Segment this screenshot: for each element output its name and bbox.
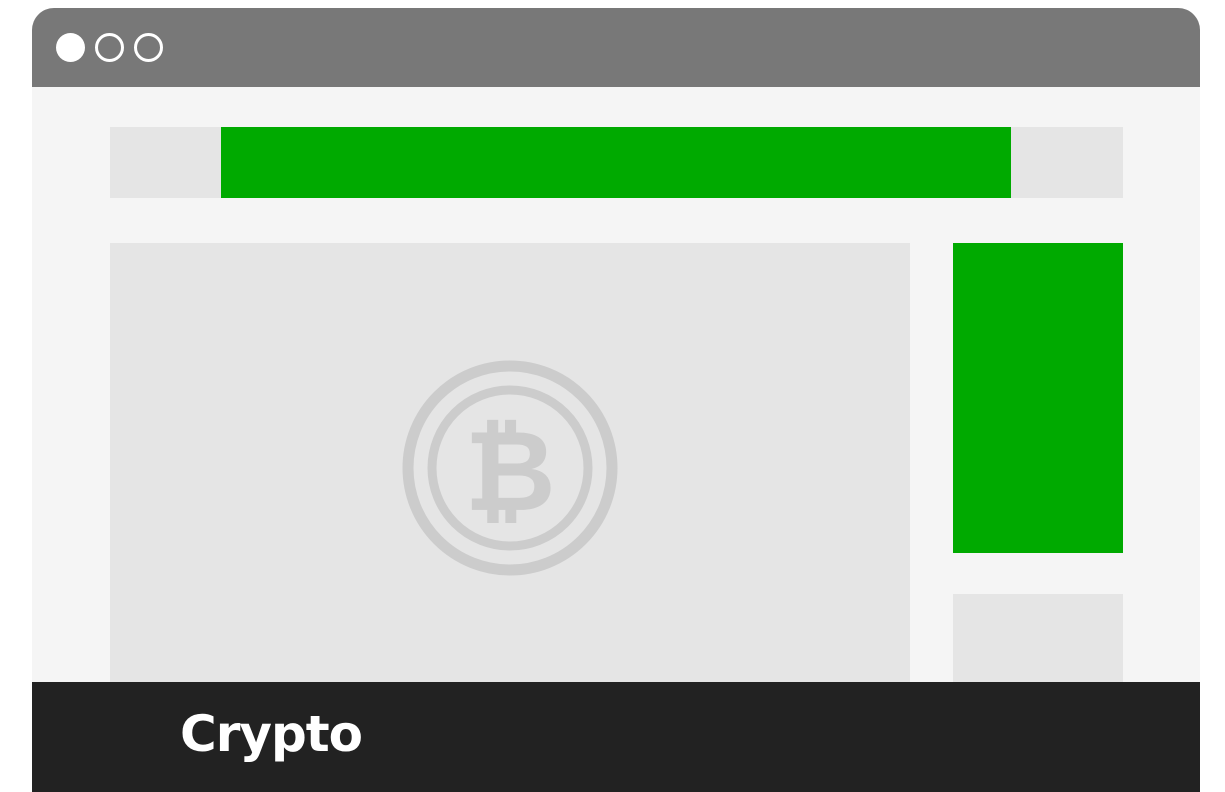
caption-bar: Crypto [32, 682, 1200, 792]
svg-text:₿: ₿ [464, 407, 555, 537]
window-dot-outline-icon[interactable] [95, 33, 124, 62]
title-bar [32, 8, 1200, 87]
top-banner-slot [110, 127, 1123, 198]
main-content-area: ₿ [110, 243, 910, 703]
top-banner-ad[interactable] [221, 127, 1011, 198]
bitcoin-icon: ₿ [402, 360, 618, 576]
caption-label: Crypto [180, 705, 363, 763]
browser-window: ₿ Crypto [32, 8, 1200, 792]
window-dot-outline-icon[interactable] [134, 33, 163, 62]
sidebar-ad[interactable] [953, 243, 1123, 553]
window-dot-filled-icon[interactable] [56, 33, 85, 62]
